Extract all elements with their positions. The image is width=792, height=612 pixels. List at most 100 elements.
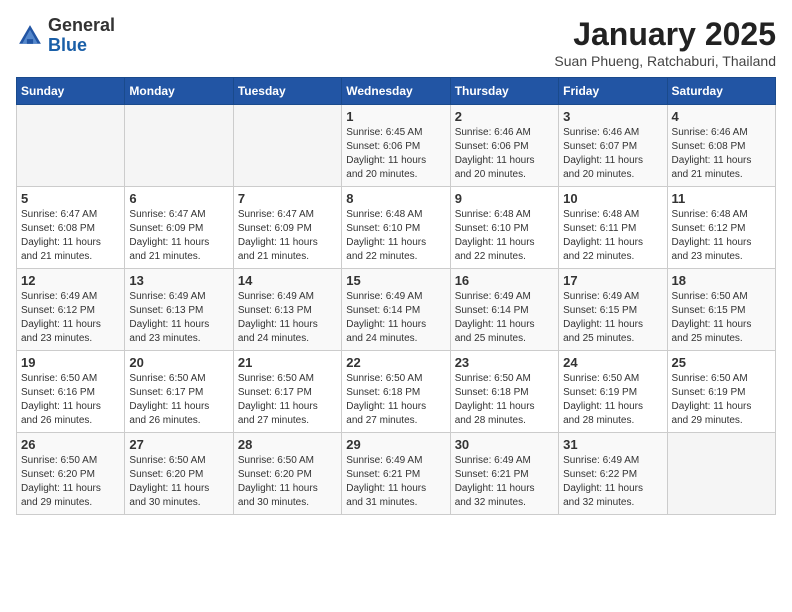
day-number: 31 xyxy=(563,437,662,452)
page-header: General Blue January 2025 Suan Phueng, R… xyxy=(16,16,776,69)
calendar-day-cell: 8 Sunrise: 6:48 AM Sunset: 6:10 PM Daylig… xyxy=(342,187,450,269)
day-number: 12 xyxy=(21,273,120,288)
calendar-day-cell xyxy=(125,105,233,187)
day-number: 17 xyxy=(563,273,662,288)
day-info: Sunrise: 6:50 AM Sunset: 6:18 PM Dayligh… xyxy=(346,372,445,428)
day-info: Sunrise: 6:49 AM Sunset: 6:22 PM Dayligh… xyxy=(563,454,662,510)
day-info: Sunrise: 6:45 AM Sunset: 6:06 PM Dayligh… xyxy=(346,126,445,182)
calendar-day-cell xyxy=(667,433,775,515)
day-info: Sunrise: 6:46 AM Sunset: 6:07 PM Dayligh… xyxy=(563,126,662,182)
calendar-day-cell: 31 Sunrise: 6:49 AM Sunset: 6:22 PM Dayli… xyxy=(559,433,667,515)
calendar-week-row: 1Sunrise: 6:45 AM Sunset: 6:06 PM Daylig… xyxy=(17,105,776,187)
day-info: Sunrise: 6:50 AM Sunset: 6:20 PM Dayligh… xyxy=(129,454,228,510)
weekday-header: Wednesday xyxy=(342,78,450,105)
calendar-week-row: 5 Sunrise: 6:47 AM Sunset: 6:08 PM Daylig… xyxy=(17,187,776,269)
weekday-header: Sunday xyxy=(17,78,125,105)
day-info: Sunrise: 6:47 AM Sunset: 6:08 PM Dayligh… xyxy=(21,208,120,264)
day-info: Sunrise: 6:50 AM Sunset: 6:19 PM Dayligh… xyxy=(563,372,662,428)
calendar-day-cell: 28Sunrise: 6:50 AM Sunset: 6:20 PM Dayli… xyxy=(233,433,341,515)
weekday-header: Monday xyxy=(125,78,233,105)
day-info: Sunrise: 6:49 AM Sunset: 6:21 PM Dayligh… xyxy=(346,454,445,510)
day-info: Sunrise: 6:49 AM Sunset: 6:15 PM Dayligh… xyxy=(563,290,662,346)
logo-text: General Blue xyxy=(48,16,115,56)
calendar-day-cell: 1Sunrise: 6:45 AM Sunset: 6:06 PM Daylig… xyxy=(342,105,450,187)
calendar-day-cell: 29 Sunrise: 6:49 AM Sunset: 6:21 PM Dayli… xyxy=(342,433,450,515)
calendar-day-cell: 19Sunrise: 6:50 AM Sunset: 6:16 PM Dayli… xyxy=(17,351,125,433)
logo-icon xyxy=(16,22,44,50)
day-number: 28 xyxy=(238,437,337,452)
day-info: Sunrise: 6:46 AM Sunset: 6:08 PM Dayligh… xyxy=(672,126,771,182)
calendar-day-cell: 18Sunrise: 6:50 AM Sunset: 6:15 PM Dayli… xyxy=(667,269,775,351)
day-number: 3 xyxy=(563,109,662,124)
calendar-day-cell xyxy=(17,105,125,187)
day-number: 23 xyxy=(455,355,554,370)
logo: General Blue xyxy=(16,16,115,56)
weekday-header: Thursday xyxy=(450,78,558,105)
calendar-day-cell: 14Sunrise: 6:49 AM Sunset: 6:13 PM Dayli… xyxy=(233,269,341,351)
day-info: Sunrise: 6:46 AM Sunset: 6:06 PM Dayligh… xyxy=(455,126,554,182)
calendar-table: SundayMondayTuesdayWednesdayThursdayFrid… xyxy=(16,77,776,515)
day-number: 29 xyxy=(346,437,445,452)
day-info: Sunrise: 6:47 AM Sunset: 6:09 PM Dayligh… xyxy=(238,208,337,264)
logo-blue-text: Blue xyxy=(48,35,87,55)
day-number: 9 xyxy=(455,191,554,206)
day-number: 22 xyxy=(346,355,445,370)
weekday-header: Friday xyxy=(559,78,667,105)
calendar-day-cell: 7 Sunrise: 6:47 AM Sunset: 6:09 PM Daylig… xyxy=(233,187,341,269)
day-info: Sunrise: 6:47 AM Sunset: 6:09 PM Dayligh… xyxy=(129,208,228,264)
calendar-day-cell: 22 Sunrise: 6:50 AM Sunset: 6:18 PM Dayli… xyxy=(342,351,450,433)
day-number: 27 xyxy=(129,437,228,452)
calendar-day-cell xyxy=(233,105,341,187)
day-number: 25 xyxy=(672,355,771,370)
calendar-day-cell: 5 Sunrise: 6:47 AM Sunset: 6:08 PM Daylig… xyxy=(17,187,125,269)
day-info: Sunrise: 6:49 AM Sunset: 6:14 PM Dayligh… xyxy=(455,290,554,346)
calendar-day-cell: 23Sunrise: 6:50 AM Sunset: 6:18 PM Dayli… xyxy=(450,351,558,433)
day-info: Sunrise: 6:48 AM Sunset: 6:10 PM Dayligh… xyxy=(346,208,445,264)
month-title: January 2025 xyxy=(554,16,776,53)
calendar-day-cell: 2 Sunrise: 6:46 AM Sunset: 6:06 PM Daylig… xyxy=(450,105,558,187)
calendar-day-cell: 13 Sunrise: 6:49 AM Sunset: 6:13 PM Dayli… xyxy=(125,269,233,351)
calendar-day-cell: 15Sunrise: 6:49 AM Sunset: 6:14 PM Dayli… xyxy=(342,269,450,351)
day-number: 13 xyxy=(129,273,228,288)
calendar-day-cell: 6 Sunrise: 6:47 AM Sunset: 6:09 PM Daylig… xyxy=(125,187,233,269)
calendar-day-cell: 9Sunrise: 6:48 AM Sunset: 6:10 PM Daylig… xyxy=(450,187,558,269)
calendar-day-cell: 10Sunrise: 6:48 AM Sunset: 6:11 PM Dayli… xyxy=(559,187,667,269)
location-subtitle: Suan Phueng, Ratchaburi, Thailand xyxy=(554,53,776,69)
calendar-day-cell: 3 Sunrise: 6:46 AM Sunset: 6:07 PM Daylig… xyxy=(559,105,667,187)
day-number: 2 xyxy=(455,109,554,124)
day-info: Sunrise: 6:48 AM Sunset: 6:11 PM Dayligh… xyxy=(563,208,662,264)
day-info: Sunrise: 6:50 AM Sunset: 6:16 PM Dayligh… xyxy=(21,372,120,428)
day-number: 5 xyxy=(21,191,120,206)
day-info: Sunrise: 6:48 AM Sunset: 6:12 PM Dayligh… xyxy=(672,208,771,264)
day-number: 15 xyxy=(346,273,445,288)
calendar-day-cell: 11Sunrise: 6:48 AM Sunset: 6:12 PM Dayli… xyxy=(667,187,775,269)
day-info: Sunrise: 6:49 AM Sunset: 6:13 PM Dayligh… xyxy=(238,290,337,346)
day-number: 24 xyxy=(563,355,662,370)
day-info: Sunrise: 6:50 AM Sunset: 6:19 PM Dayligh… xyxy=(672,372,771,428)
calendar-week-row: 19Sunrise: 6:50 AM Sunset: 6:16 PM Dayli… xyxy=(17,351,776,433)
day-number: 7 xyxy=(238,191,337,206)
calendar-day-cell: 4 Sunrise: 6:46 AM Sunset: 6:08 PM Daylig… xyxy=(667,105,775,187)
calendar-day-cell: 20Sunrise: 6:50 AM Sunset: 6:17 PM Dayli… xyxy=(125,351,233,433)
title-block: January 2025 Suan Phueng, Ratchaburi, Th… xyxy=(554,16,776,69)
calendar-day-cell: 17 Sunrise: 6:49 AM Sunset: 6:15 PM Dayli… xyxy=(559,269,667,351)
day-number: 8 xyxy=(346,191,445,206)
day-info: Sunrise: 6:49 AM Sunset: 6:21 PM Dayligh… xyxy=(455,454,554,510)
calendar-week-row: 12 Sunrise: 6:49 AM Sunset: 6:12 PM Dayli… xyxy=(17,269,776,351)
day-info: Sunrise: 6:49 AM Sunset: 6:13 PM Dayligh… xyxy=(129,290,228,346)
day-info: Sunrise: 6:50 AM Sunset: 6:15 PM Dayligh… xyxy=(672,290,771,346)
calendar-week-row: 26 Sunrise: 6:50 AM Sunset: 6:20 PM Dayli… xyxy=(17,433,776,515)
calendar-day-cell: 25 Sunrise: 6:50 AM Sunset: 6:19 PM Dayli… xyxy=(667,351,775,433)
day-number: 6 xyxy=(129,191,228,206)
day-info: Sunrise: 6:49 AM Sunset: 6:12 PM Dayligh… xyxy=(21,290,120,346)
calendar-day-cell: 24 Sunrise: 6:50 AM Sunset: 6:19 PM Dayli… xyxy=(559,351,667,433)
day-number: 30 xyxy=(455,437,554,452)
day-info: Sunrise: 6:50 AM Sunset: 6:17 PM Dayligh… xyxy=(238,372,337,428)
day-number: 21 xyxy=(238,355,337,370)
day-number: 4 xyxy=(672,109,771,124)
weekday-header: Saturday xyxy=(667,78,775,105)
day-number: 16 xyxy=(455,273,554,288)
day-number: 26 xyxy=(21,437,120,452)
weekday-header: Tuesday xyxy=(233,78,341,105)
calendar-day-cell: 26Sunrise: 6:50 AM Sunset: 6:20 PM Dayli… xyxy=(17,433,125,515)
